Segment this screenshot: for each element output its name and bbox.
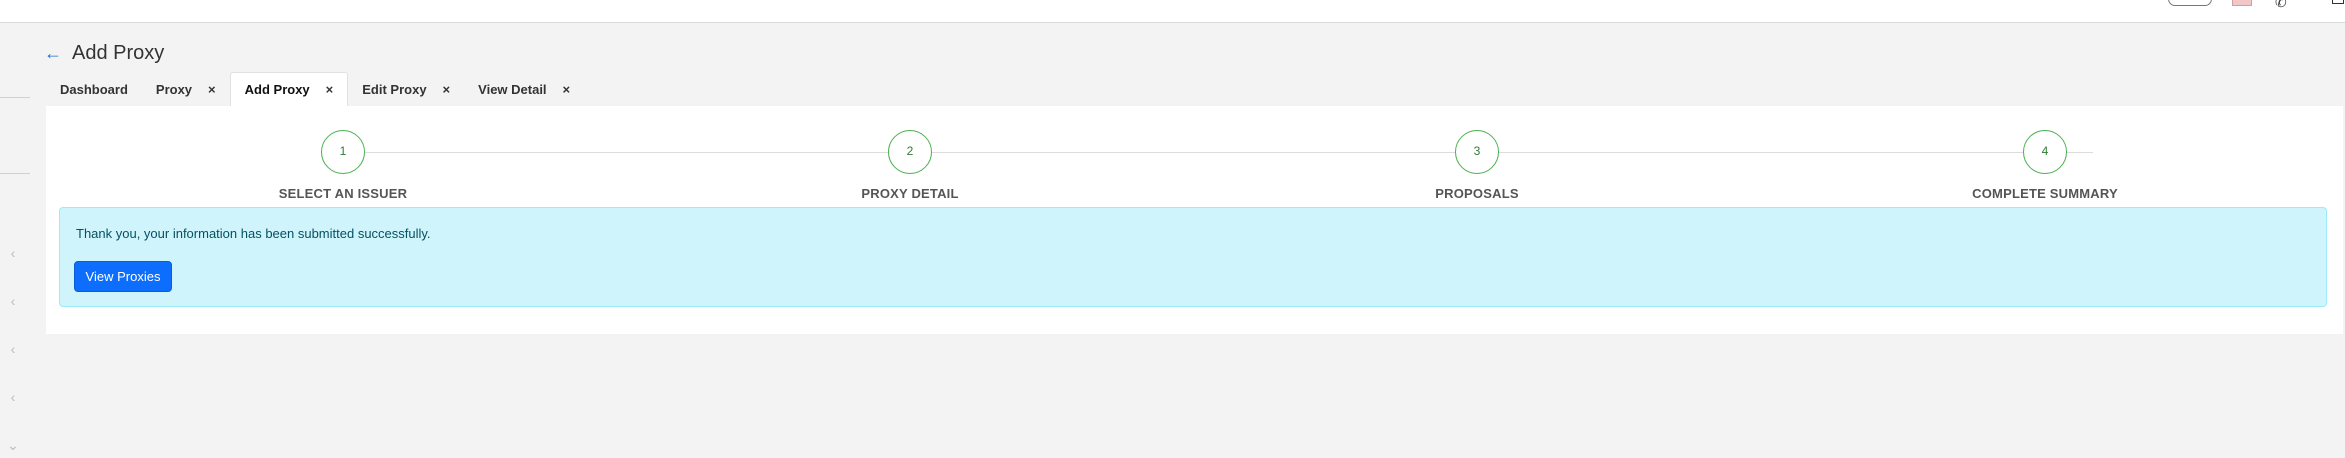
chevron-left-icon[interactable]: ‹ — [6, 389, 20, 405]
sidebar-divider — [0, 173, 30, 174]
close-icon[interactable]: × — [563, 82, 571, 97]
step-proxy-detail[interactable]: 2 PROXY DETAIL — [810, 130, 1010, 201]
top-navbar: ✆ — [0, 0, 2345, 23]
step-select-issuer[interactable]: 1 SELECT AN ISSUER — [243, 130, 443, 201]
tab-label: Edit Proxy — [362, 81, 427, 97]
page-title: Add Proxy — [72, 41, 165, 64]
chevron-left-icon[interactable]: ‹ — [6, 341, 20, 357]
tab-label: Proxy — [155, 81, 193, 97]
tab-view-detail[interactable]: View Detail × — [464, 72, 584, 106]
tab-edit-proxy[interactable]: Edit Proxy × — [348, 72, 464, 106]
chevron-left-icon[interactable]: ‹ — [6, 293, 20, 309]
step-proposals[interactable]: 3 PROPOSALS — [1377, 130, 1577, 201]
step-number: 4 — [2023, 130, 2067, 174]
step-label: SELECT AN ISSUER — [278, 186, 408, 201]
wizard-stepper: 1 SELECT AN ISSUER 2 PROXY DETAIL 3 PROP… — [46, 106, 2343, 206]
tab-label: View Detail — [478, 81, 547, 97]
tab-dashboard[interactable]: Dashboard — [46, 72, 142, 106]
close-icon[interactable]: × — [208, 82, 216, 97]
sidebar-collapsed: ‹ ‹ ‹ ‹ ⌄ — [0, 23, 30, 458]
content-card: 1 SELECT AN ISSUER 2 PROXY DETAIL 3 PROP… — [46, 106, 2343, 334]
window-icon[interactable] — [2332, 0, 2344, 4]
stepper-connector — [343, 152, 2093, 153]
page-header: ← Add Proxy — [44, 38, 164, 68]
tab-label: Add Proxy — [244, 82, 310, 97]
step-number: 3 — [1455, 130, 1499, 174]
arrow-left-icon[interactable]: ← — [44, 43, 62, 64]
chevron-down-icon[interactable]: ⌄ — [6, 437, 20, 454]
sidebar-divider — [0, 97, 30, 98]
tab-label: Dashboard — [60, 81, 128, 97]
phone-icon[interactable]: ✆ — [2275, 0, 2287, 11]
step-number: 2 — [888, 130, 932, 174]
status-pill[interactable] — [2168, 0, 2212, 6]
chevron-left-icon[interactable]: ‹ — [6, 245, 20, 261]
step-label: PROPOSALS — [1435, 186, 1519, 201]
tab-add-proxy[interactable]: Add Proxy × — [229, 72, 349, 106]
step-complete-summary[interactable]: 4 COMPLETE SUMMARY — [1945, 130, 2145, 201]
step-label: COMPLETE SUMMARY — [1972, 186, 2118, 201]
tab-bar: Dashboard Proxy × Add Proxy × Edit Proxy… — [46, 72, 584, 106]
tab-proxy[interactable]: Proxy × — [142, 72, 230, 106]
step-label: PROXY DETAIL — [861, 186, 959, 201]
alert-message: Thank you, your information has been sub… — [76, 226, 431, 241]
close-icon[interactable]: × — [443, 82, 451, 97]
close-icon[interactable]: × — [326, 82, 334, 97]
view-proxies-button[interactable]: View Proxies — [74, 261, 172, 292]
flag-icon[interactable] — [2232, 0, 2252, 6]
step-number: 1 — [321, 130, 365, 174]
success-alert: Thank you, your information has been sub… — [59, 207, 2327, 307]
